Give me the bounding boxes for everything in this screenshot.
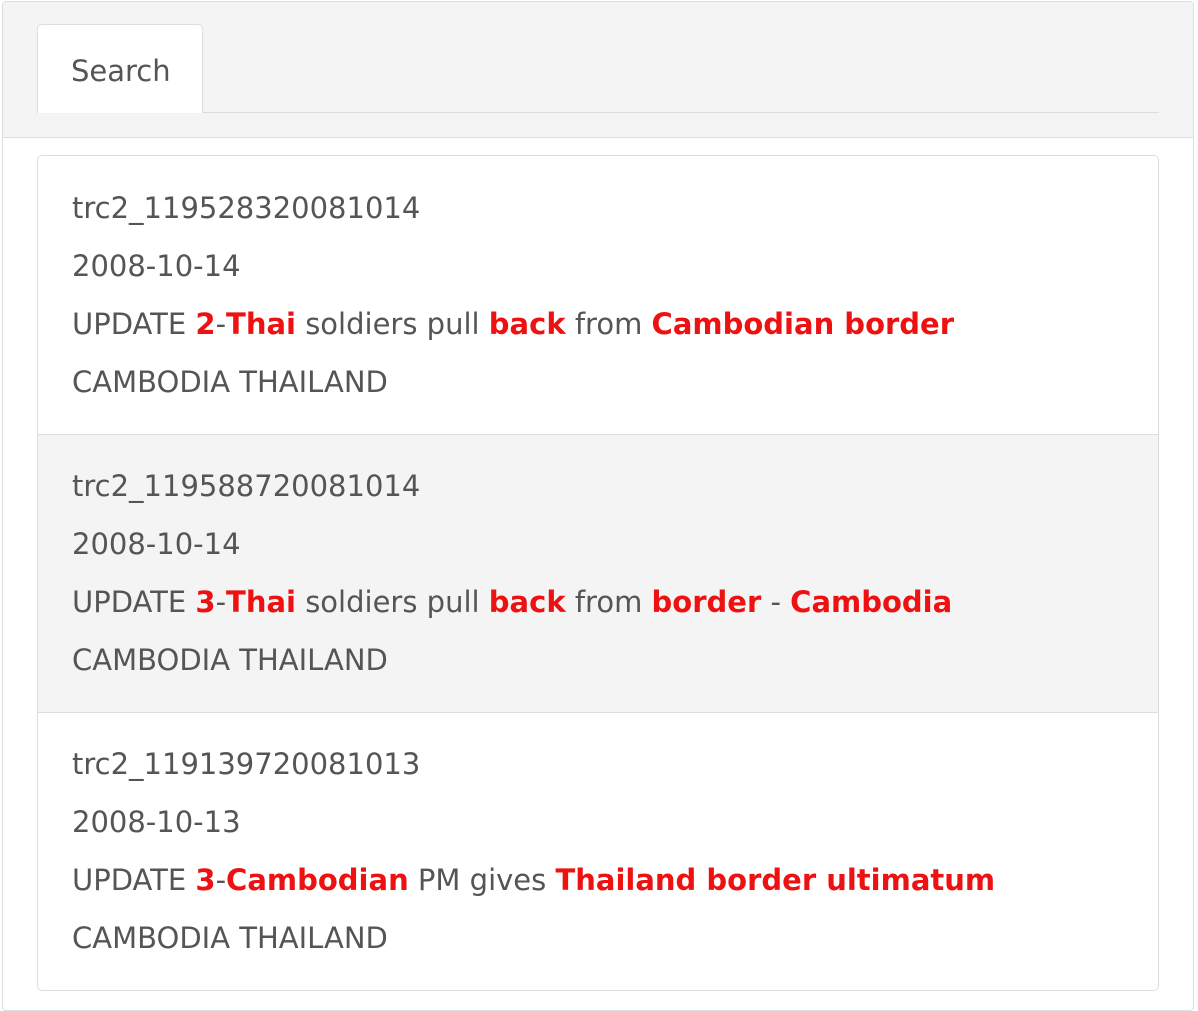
result-countries: CAMBODIA THAILAND [72, 365, 388, 399]
highlighted-term: Cambodian [226, 863, 409, 897]
result-id: trc2_119528320081014 [72, 191, 421, 225]
result-id: trc2_119139720081013 [72, 747, 421, 781]
result-date: 2008-10-14 [72, 527, 241, 561]
result-headline: UPDATE 3-Thai soldiers pull back from bo… [72, 573, 1158, 631]
tab-divider [37, 112, 1159, 113]
search-panel: Search trc2_119528320081014 2008-10-14 U… [2, 1, 1194, 1011]
headline-text: from [565, 585, 652, 619]
highlighted-term: back [488, 307, 566, 341]
headline-text: soldiers pull [295, 585, 489, 619]
headline-text: - [761, 585, 791, 619]
result-countries: CAMBODIA THAILAND [72, 643, 388, 677]
highlighted-term: border [651, 585, 762, 619]
result-headline: UPDATE 2-Thai soldiers pull back from Ca… [72, 295, 1158, 353]
headline-text: - [215, 585, 227, 619]
result-item[interactable]: trc2_119588720081014 2008-10-14 UPDATE 3… [38, 434, 1158, 712]
result-date: 2008-10-13 [72, 805, 241, 839]
headline-text: soldiers pull [295, 307, 489, 341]
result-item[interactable]: trc2_119528320081014 2008-10-14 UPDATE 2… [38, 156, 1158, 434]
results-list: trc2_119528320081014 2008-10-14 UPDATE 2… [37, 155, 1159, 991]
tab-header: Search [3, 2, 1193, 138]
headline-text: - [215, 863, 227, 897]
highlighted-term: Thai [226, 307, 296, 341]
result-date: 2008-10-14 [72, 249, 241, 283]
result-headline: UPDATE 3-Cambodian PM gives Thailand bor… [72, 851, 1158, 909]
highlighted-term: back [488, 585, 566, 619]
highlighted-term: 3 [195, 585, 216, 619]
highlighted-term: 2 [195, 307, 216, 341]
result-id: trc2_119588720081014 [72, 469, 421, 503]
highlighted-term: Thailand border ultimatum [555, 863, 996, 897]
result-item[interactable]: trc2_119139720081013 2008-10-13 UPDATE 3… [38, 712, 1158, 990]
headline-text: PM gives [408, 863, 556, 897]
highlighted-term: Thai [226, 585, 296, 619]
tab-search[interactable]: Search [37, 24, 203, 113]
headline-text: UPDATE [72, 585, 196, 619]
highlighted-term: Cambodia [790, 585, 953, 619]
highlighted-term: 3 [195, 863, 216, 897]
result-countries: CAMBODIA THAILAND [72, 921, 388, 955]
headline-text: - [215, 307, 227, 341]
headline-text: UPDATE [72, 307, 196, 341]
headline-text: UPDATE [72, 863, 196, 897]
highlighted-term: Cambodian border [651, 307, 955, 341]
headline-text: from [565, 307, 652, 341]
